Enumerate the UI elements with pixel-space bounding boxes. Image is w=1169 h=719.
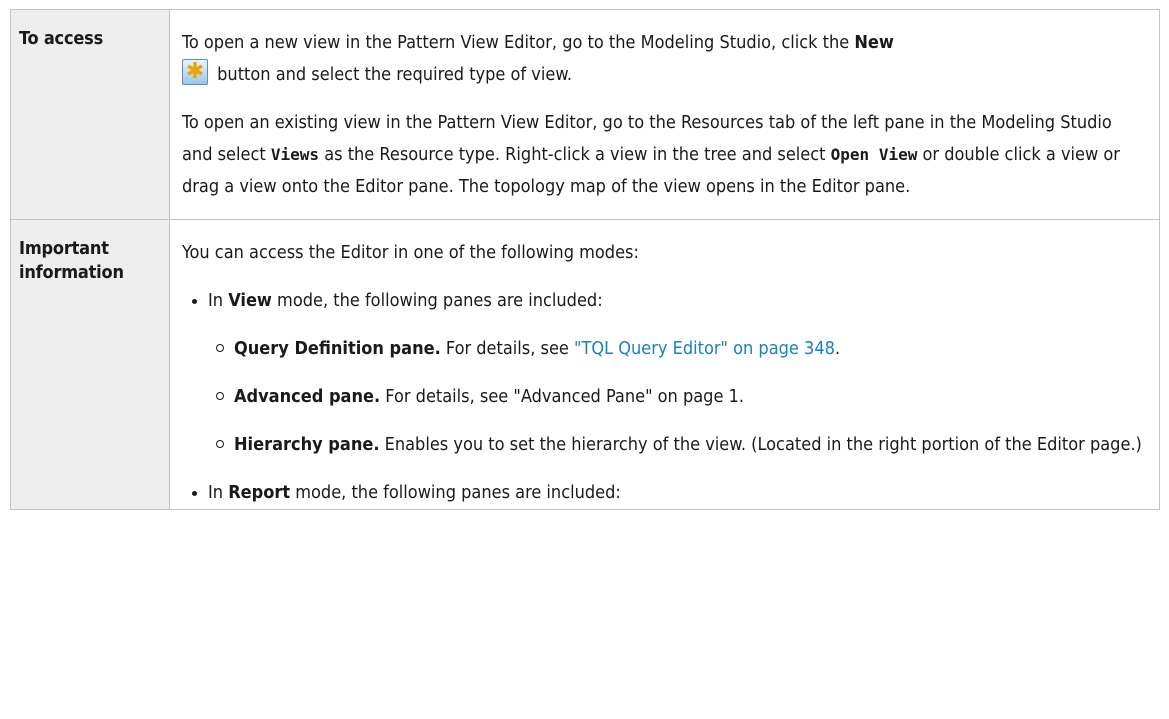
info-table: To access To open a new view in the Patt…: [10, 9, 1160, 510]
text: In: [208, 482, 229, 503]
label-to-access: To access: [19, 28, 104, 49]
views-term: Views: [270, 145, 320, 164]
text: To open a new view in the Pattern View E…: [182, 32, 855, 53]
text: button and select the required type of v…: [212, 64, 573, 85]
report-term: Report: [228, 482, 291, 503]
mode-list: In View mode, the following panes are in…: [182, 285, 1147, 509]
row-to-access: To access To open a new view in the Patt…: [10, 9, 1160, 220]
pane-title: Query Definition pane.: [234, 338, 441, 359]
list-item-view-mode: In View mode, the following panes are in…: [182, 285, 1147, 461]
list-item: Hierarchy pane. Enables you to set the h…: [208, 429, 1147, 461]
list-item: Query Definition pane. For details, see …: [208, 333, 1147, 365]
tql-query-editor-link[interactable]: "TQL Query Editor" on page 348: [574, 338, 835, 359]
text: mode, the following panes are included:: [290, 482, 621, 503]
intro-text: You can access the Editor in one of the …: [182, 242, 639, 263]
text: For details, see "Advanced Pane" on page…: [380, 386, 745, 407]
label-important-information: Important information: [19, 238, 124, 283]
paragraph-new-view: To open a new view in the Pattern View E…: [182, 27, 1147, 91]
text: Enables you to set the hierarchy of the …: [379, 434, 1142, 455]
paragraph-existing-view: To open an existing view in the Pattern …: [182, 107, 1147, 203]
new-star-icon: ✱: [182, 59, 208, 85]
row-important-information: Important information You can access the…: [10, 219, 1160, 510]
row-content: You can access the Editor in one of the …: [169, 219, 1160, 510]
new-term: New: [854, 32, 894, 53]
row-label: Important information: [10, 219, 170, 510]
pane-title: Hierarchy pane.: [234, 434, 380, 455]
list-item-report-mode: In Report mode, the following panes are …: [182, 477, 1147, 509]
text: as the Resource type. Right-click a view…: [319, 144, 831, 165]
list-item: Advanced pane. For details, see "Advance…: [208, 381, 1147, 413]
row-label: To access: [10, 9, 170, 220]
text: .: [834, 338, 841, 359]
pane-list: Query Definition pane. For details, see …: [208, 333, 1147, 461]
row-content: To open a new view in the Pattern View E…: [169, 9, 1160, 220]
text: For details, see: [440, 338, 575, 359]
view-term: View: [228, 290, 272, 311]
open-view-term: Open View: [830, 145, 918, 164]
text: In: [208, 290, 229, 311]
pane-title: Advanced pane.: [234, 386, 381, 407]
text: mode, the following panes are included:: [271, 290, 603, 311]
